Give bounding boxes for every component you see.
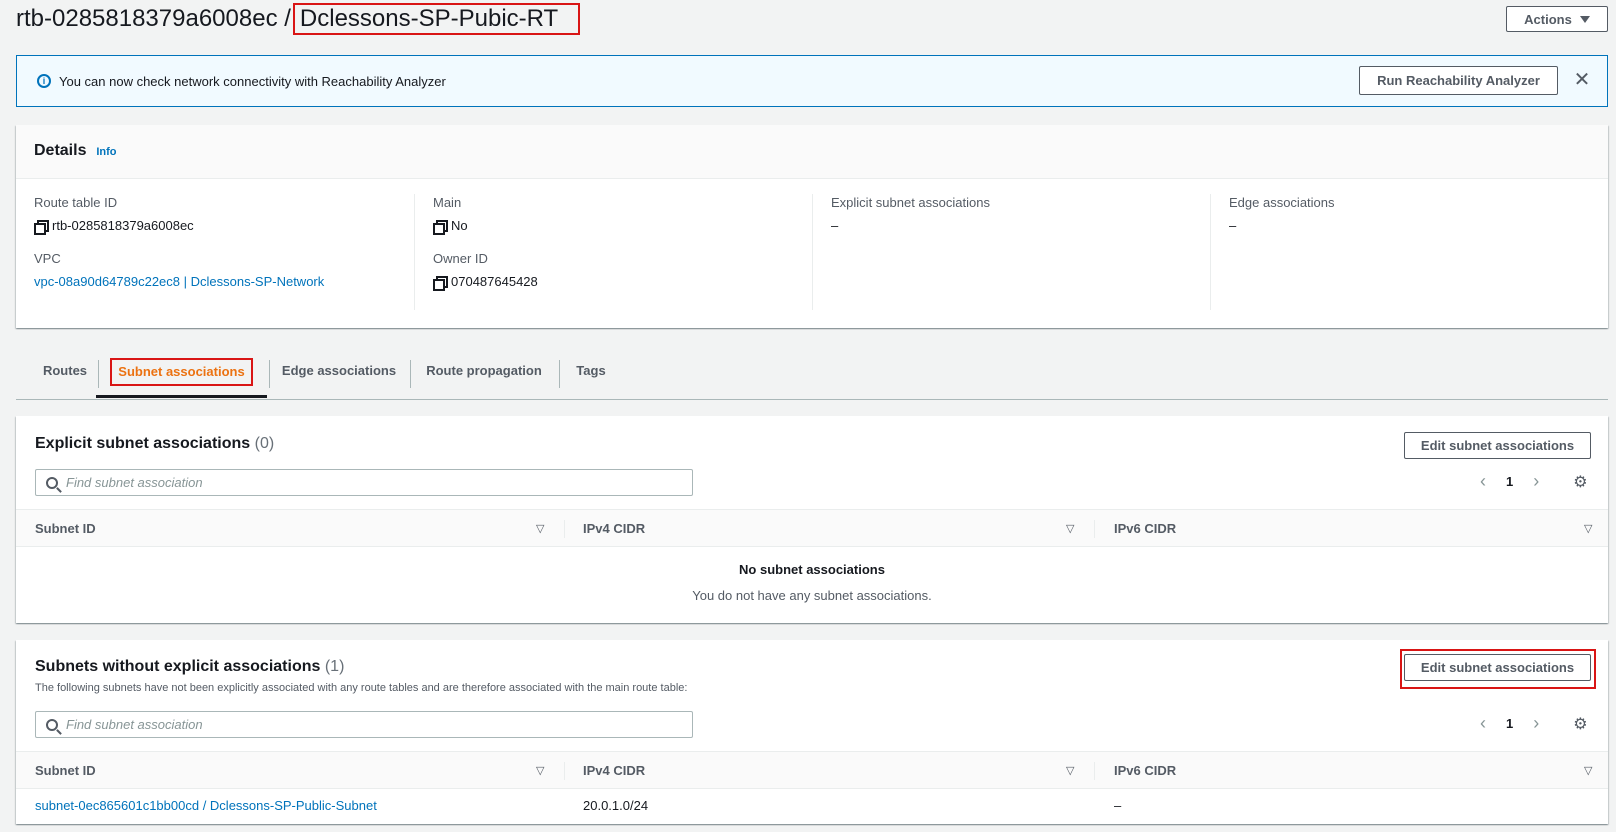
sort-icon[interactable]: ▽ (536, 510, 544, 548)
table-header: Subnet ID ▽ IPv4 CIDR ▽ IPv6 CIDR ▽ (16, 751, 1608, 789)
search-placeholder: Find subnet association (66, 717, 203, 732)
vpc-label: VPC (34, 251, 61, 266)
details-col-2: Main No Owner ID 070487645428 (433, 194, 538, 310)
subnet-id-link[interactable]: subnet-0ec865601c1bb00cd / Dclessons-SP-… (35, 797, 377, 815)
explicit-panel-title: Explicit subnet associations (0) (35, 435, 274, 453)
column-divider (1094, 520, 1095, 538)
info-icon: i (37, 74, 51, 88)
search-placeholder: Find subnet association (66, 475, 203, 490)
implicit-panel-count: (1) (324, 658, 345, 675)
tab-tags[interactable]: Tags (561, 356, 621, 398)
copy-icon[interactable] (433, 276, 448, 291)
column-header-ipv4-cidr[interactable]: IPv4 CIDR (583, 752, 645, 790)
table-header: Subnet ID ▽ IPv4 CIDR ▽ IPv6 CIDR ▽ (16, 509, 1608, 547)
details-divider (812, 194, 813, 310)
caret-down-icon (1579, 15, 1590, 23)
tab-bar: Routes Subnet associations Edge associat… (16, 356, 1608, 400)
page-title-name: Dclessons-SP-Pubic-RT (292, 3, 581, 35)
run-reachability-analyzer-button[interactable]: Run Reachability Analyzer (1359, 66, 1558, 95)
search-input[interactable]: Find subnet association (35, 469, 693, 496)
gear-icon[interactable]: ⚙ (1573, 472, 1587, 492)
page-number[interactable]: 1 (1506, 716, 1513, 731)
column-header-ipv6-cidr[interactable]: IPv6 CIDR (1114, 510, 1176, 548)
sort-icon[interactable]: ▽ (1584, 752, 1592, 790)
tab-edge-associations[interactable]: Edge associations (270, 356, 408, 398)
explicit-panel-title-text: Explicit subnet associations (35, 435, 251, 452)
actions-label: Actions (1524, 11, 1572, 27)
owner-id-label: Owner ID (433, 251, 488, 266)
explicit-associations-panel: Explicit subnet associations (0) Edit su… (16, 416, 1608, 623)
page-title: rtb-0285818379a6008ec / Dclessons-SP-Pubi… (16, 2, 581, 36)
route-table-id-text: rtb-0285818379a6008ec (52, 218, 194, 233)
flash-message: You can now check network connectivity w… (59, 73, 446, 89)
main-label: Main (433, 195, 462, 210)
sort-icon[interactable]: ▽ (1584, 510, 1592, 548)
ipv4-cidr-cell: 20.0.1.0/24 (583, 798, 649, 813)
vpc-value: vpc-08a90d64789c22ec8 | Dclessons-SP-Net… (34, 273, 324, 291)
search-icon (46, 476, 58, 489)
column-divider (564, 520, 565, 538)
edit-subnet-associations-button[interactable]: Edit subnet associations (1404, 432, 1591, 459)
ipv6-cidr-cell: – (1114, 798, 1122, 813)
sort-icon[interactable]: ▽ (1066, 752, 1074, 790)
details-col-3: Explicit subnet associations – (831, 194, 990, 310)
tab-divider (410, 360, 411, 388)
pagination: ‹ 1 › ⚙ (1480, 713, 1588, 734)
details-header: Details Info (16, 125, 1608, 179)
tab-subnet-associations-label: Subnet associations (110, 358, 253, 386)
implicit-panel-title: Subnets without explicit associations (1… (35, 658, 344, 676)
actions-button[interactable]: Actions (1506, 6, 1608, 32)
info-link[interactable]: Info (96, 146, 116, 158)
column-divider (1094, 762, 1095, 780)
page-number[interactable]: 1 (1506, 474, 1513, 489)
owner-id-value: 070487645428 (433, 273, 538, 291)
subnets-without-explicit-associations-panel: Subnets without explicit associations (1… (16, 640, 1608, 824)
route-table-id-label: Route table ID (34, 195, 118, 210)
chevron-left-icon[interactable]: ‹ (1480, 713, 1486, 734)
details-col-4: Edge associations – (1229, 194, 1335, 310)
main-value-text: No (451, 218, 468, 233)
edge-associations-label: Edge associations (1229, 195, 1335, 210)
copy-icon[interactable] (34, 220, 49, 235)
chevron-right-icon[interactable]: › (1533, 471, 1539, 492)
page-title-prefix: rtb-0285818379a6008ec / (16, 5, 291, 32)
implicit-panel-description: The following subnets have not been expl… (35, 682, 688, 694)
explicit-panel-count: (0) (254, 435, 275, 452)
chevron-left-icon[interactable]: ‹ (1480, 471, 1486, 492)
close-icon[interactable]: ✕ (1572, 70, 1592, 90)
column-header-ipv6-cidr[interactable]: IPv6 CIDR (1114, 752, 1176, 790)
chevron-right-icon[interactable]: › (1533, 713, 1539, 734)
tab-routes[interactable]: Routes (34, 356, 96, 398)
sort-icon[interactable]: ▽ (1066, 510, 1074, 548)
details-divider (414, 194, 415, 310)
vpc-link[interactable]: vpc-08a90d64789c22ec8 | Dclessons-SP-Net… (34, 273, 324, 291)
column-header-subnet-id[interactable]: Subnet ID (35, 510, 96, 548)
explicit-associations-label: Explicit subnet associations (831, 195, 990, 210)
explicit-associations-value: – (831, 218, 839, 233)
copy-icon[interactable] (433, 220, 448, 235)
column-header-subnet-id[interactable]: Subnet ID (35, 752, 96, 790)
highlight-box (1400, 649, 1596, 689)
column-header-ipv4-cidr[interactable]: IPv4 CIDR (583, 510, 645, 548)
search-input[interactable]: Find subnet association (35, 711, 693, 738)
owner-id-text: 070487645428 (451, 274, 538, 289)
details-divider (1210, 194, 1211, 310)
details-col-1: Route table ID rtb-0285818379a6008ec VPC… (34, 194, 324, 310)
sort-icon[interactable]: ▽ (536, 752, 544, 790)
tab-divider (559, 360, 560, 388)
implicit-panel-title-text: Subnets without explicit associations (35, 658, 321, 675)
search-icon (46, 718, 58, 731)
pagination: ‹ 1 › ⚙ (1480, 471, 1588, 492)
edge-associations-value: – (1229, 218, 1237, 233)
tab-route-propagation[interactable]: Route propagation (412, 356, 556, 398)
empty-state-description: You do not have any subnet associations. (692, 588, 932, 603)
route-table-id-value: rtb-0285818379a6008ec (34, 217, 324, 235)
column-divider (564, 762, 565, 780)
main-value: No (433, 217, 538, 235)
details-title: Details (34, 142, 87, 159)
tab-subnet-associations[interactable]: Subnet associations (96, 356, 267, 398)
empty-state-title: No subnet associations (739, 562, 885, 577)
gear-icon[interactable]: ⚙ (1573, 714, 1587, 734)
